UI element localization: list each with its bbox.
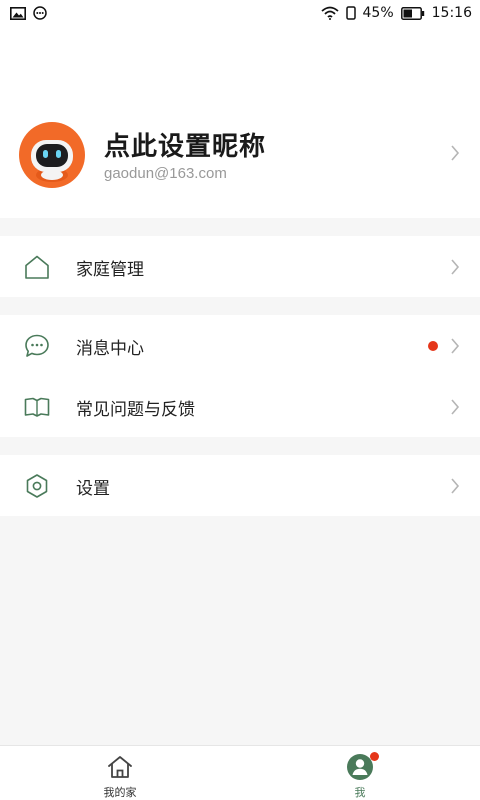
menu-group-support: 消息中心 常见问题与反馈 [0, 315, 480, 437]
chevron-right-icon [451, 145, 460, 161]
clock: 15:16 [431, 5, 472, 21]
menu-item-label: 设置 [76, 479, 110, 499]
battery-percent: 45% [362, 5, 394, 21]
menu-group-settings: 设置 [0, 455, 480, 516]
settings-hexagon-icon [26, 474, 48, 498]
menu-group-family: 家庭管理 [0, 236, 480, 297]
nickname[interactable]: 点此设置昵称 [104, 126, 266, 163]
tab-label: 我 [354, 786, 366, 799]
status-bar: 45% 15:16 [0, 0, 480, 26]
image-notification-icon [10, 6, 26, 20]
chevron-right-icon [451, 259, 460, 275]
unread-badge [428, 341, 438, 351]
tab-me[interactable]: 我 [300, 746, 420, 800]
menu-item-settings[interactable]: 设置 [0, 455, 480, 516]
battery-icon [400, 6, 424, 20]
menu-item-faq-feedback[interactable]: 常见问题与反馈 [0, 376, 480, 437]
menu-item-message-center[interactable]: 消息中心 [0, 315, 480, 376]
menu-item-label: 家庭管理 [76, 260, 144, 280]
more-notification-icon [33, 6, 47, 20]
profile-header[interactable]: 点此设置昵称 gaodun@163.com [0, 26, 480, 218]
menu-item-family-management[interactable]: 家庭管理 [0, 236, 480, 297]
tab-label: 我的家 [103, 786, 137, 799]
home-icon [25, 255, 49, 279]
chat-bubble-icon [25, 334, 49, 357]
chevron-right-icon [451, 338, 460, 354]
menu-item-label: 消息中心 [76, 339, 144, 359]
chevron-right-icon [451, 399, 460, 415]
chevron-right-icon [451, 478, 460, 494]
tab-my-home[interactable]: 我的家 [60, 746, 180, 800]
open-book-icon [24, 397, 50, 417]
bottom-tab-bar: 我的家 我 [0, 745, 480, 800]
robot-avatar[interactable] [19, 122, 85, 188]
account-email: gaodun@163.com [104, 165, 227, 182]
sim-icon [345, 6, 356, 20]
wifi-icon [320, 6, 339, 20]
menu-item-label: 常见问题与反馈 [76, 400, 195, 420]
home-icon [108, 756, 132, 778]
notification-badge [370, 752, 379, 761]
